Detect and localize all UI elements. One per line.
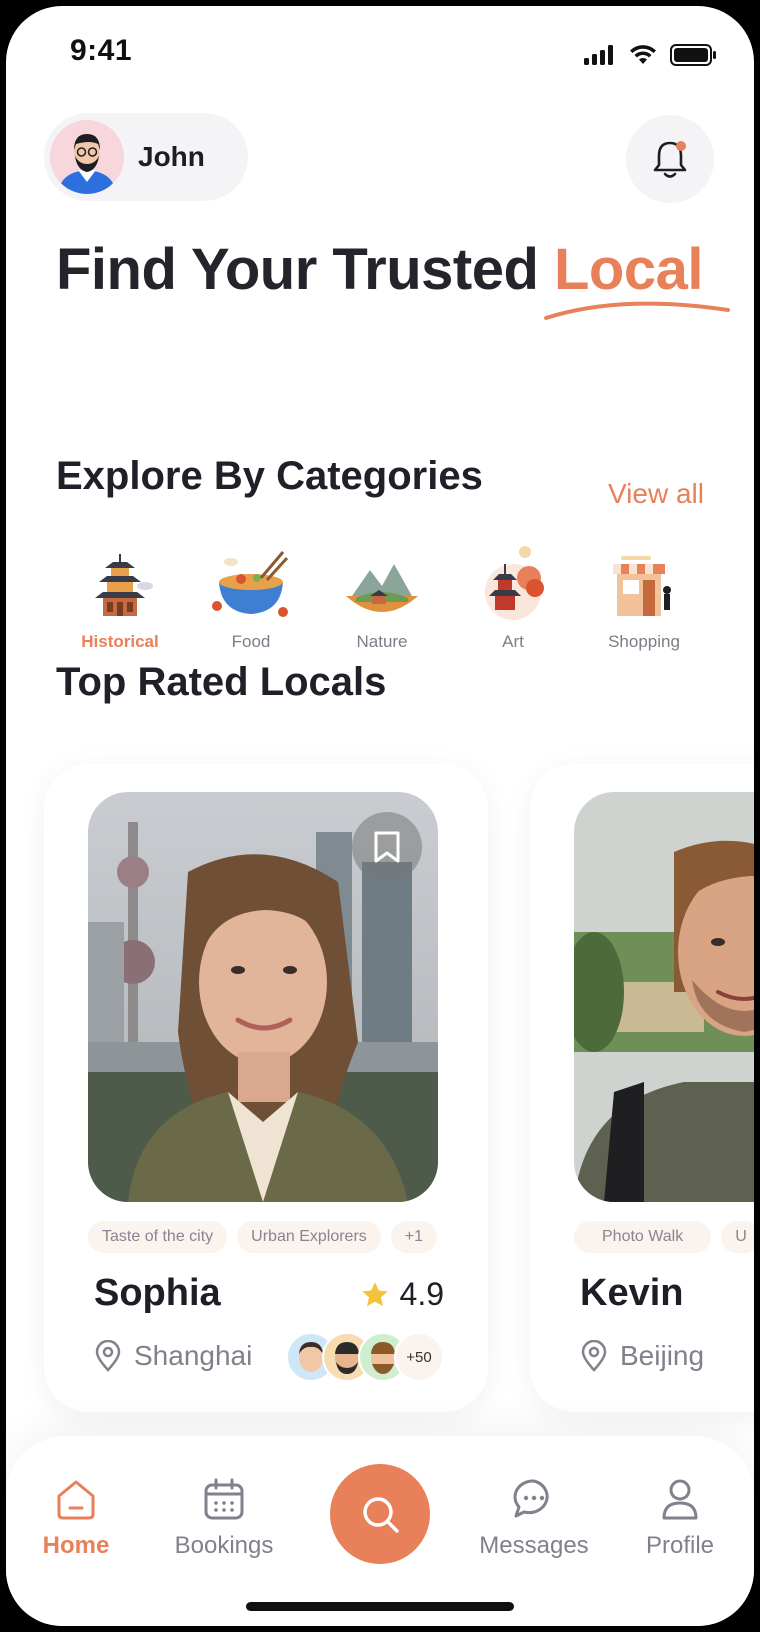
local-photo: [88, 792, 438, 1202]
nav-home[interactable]: Home: [16, 1476, 136, 1560]
signal-icon: [584, 45, 613, 65]
user-chip[interactable]: John: [44, 113, 248, 201]
search-icon: [363, 1497, 399, 1533]
app-screen: 9:41 John Find Your Trusted Local Explor…: [6, 6, 754, 1626]
headline-text: Find Your Trusted: [56, 237, 554, 302]
nav-label: Home: [42, 1532, 110, 1559]
tag-list: Taste of the city Urban Explorers +1: [88, 1221, 438, 1253]
category-list: Historical Food Nature Art Shopping: [62, 536, 702, 652]
category-nature[interactable]: Nature: [324, 536, 440, 652]
local-card[interactable]: Taste of the city Urban Explorers +1 Sop…: [44, 764, 488, 1412]
tag: Photo Walk: [574, 1221, 712, 1253]
category-label: Historical: [81, 632, 159, 651]
location-text: Shanghai: [134, 1340, 253, 1371]
nav-profile[interactable]: Profile: [620, 1476, 740, 1560]
headline-accent: Local: [554, 237, 704, 302]
headline-underline: [544, 301, 730, 320]
category-historical[interactable]: Historical: [62, 536, 178, 652]
category-label: Shopping: [608, 632, 680, 651]
category-label: Nature: [356, 632, 408, 651]
page-headline: Find Your Trusted Local: [56, 236, 704, 303]
user-icon: [662, 1479, 698, 1520]
avatar: [50, 120, 124, 194]
local-name: Kevin: [580, 1272, 684, 1314]
market-stall-icon: [613, 556, 671, 616]
category-shopping[interactable]: Shopping: [586, 536, 702, 652]
category-label: Art: [502, 632, 524, 651]
reviewer-avatars: +50: [286, 1332, 444, 1382]
search-button[interactable]: [330, 1464, 430, 1564]
tag-list: Photo Walk U: [574, 1221, 754, 1253]
local-card[interactable]: Photo Walk U Kevin Beijing: [530, 764, 754, 1412]
calendar-icon: [204, 1478, 244, 1520]
pagoda-icon: [95, 554, 153, 616]
tag: U: [721, 1221, 754, 1253]
status-icons: [584, 44, 716, 66]
reviewers-more-badge: +50: [394, 1332, 444, 1382]
category-food[interactable]: Food: [193, 536, 309, 652]
nav-label: Messages: [479, 1532, 589, 1559]
art-pagoda-icon: [485, 546, 544, 620]
location-pin-icon: [581, 1340, 607, 1372]
noodle-bowl-icon: [212, 551, 289, 617]
category-art[interactable]: Art: [455, 536, 571, 652]
local-name: Sophia: [94, 1272, 221, 1314]
top-rated-title: Top Rated Locals: [56, 660, 387, 704]
local-location: Beijing: [580, 1340, 704, 1372]
tag-more: +1: [390, 1221, 438, 1253]
star-icon: [361, 1281, 388, 1306]
bell-icon: [653, 141, 687, 178]
nav-label: Bookings: [174, 1532, 274, 1559]
nav-label: Profile: [645, 1532, 715, 1559]
local-rating: 4.9: [360, 1276, 444, 1313]
local-location: Shanghai: [94, 1340, 252, 1372]
status-time: 9:41: [70, 34, 133, 67]
user-name: John: [138, 141, 205, 172]
chat-icon: [513, 1479, 549, 1518]
bookmark-icon: [374, 831, 400, 863]
nav-messages[interactable]: Messages: [474, 1476, 594, 1560]
category-label: Food: [231, 632, 271, 651]
tag: Urban Explorers: [237, 1221, 381, 1253]
rating-value: 4.9: [399, 1276, 444, 1312]
nav-bookings[interactable]: Bookings: [164, 1476, 284, 1560]
local-photo: [574, 792, 754, 1202]
notifications-button[interactable]: [626, 115, 714, 203]
tag: Taste of the city: [88, 1221, 228, 1253]
mountain-landscape-icon: [346, 564, 418, 612]
location-pin-icon: [95, 1340, 121, 1372]
home-indicator: [246, 1602, 514, 1611]
status-bar: 9:41: [6, 6, 754, 96]
bookmark-button[interactable]: [352, 812, 422, 882]
view-all-link[interactable]: View all: [608, 478, 704, 510]
location-text: Beijing: [620, 1340, 705, 1371]
wifi-icon: [630, 45, 656, 64]
home-icon: [57, 1480, 95, 1520]
categories-title: Explore By Categories: [56, 454, 483, 498]
battery-icon: [670, 44, 716, 66]
